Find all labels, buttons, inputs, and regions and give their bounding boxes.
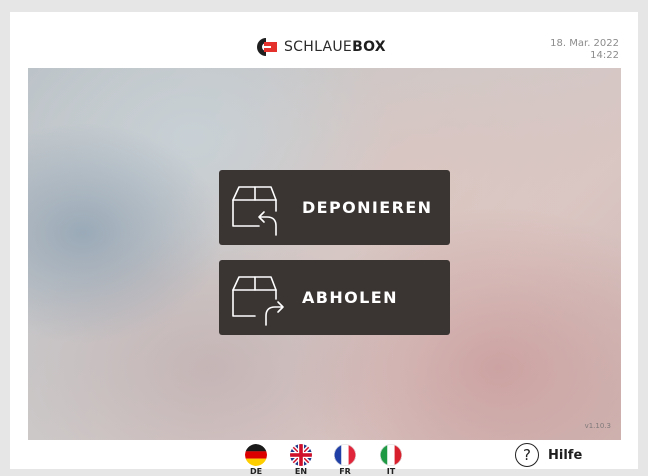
italy-flag-icon: [380, 444, 402, 466]
help-label: Hilfe: [548, 447, 583, 463]
schlauebox-logo-icon: [257, 38, 277, 56]
header: SCHLAUEBOX 18. Mar. 2022 14:22: [10, 12, 638, 68]
pickup-button[interactable]: ABHOLEN: [219, 260, 450, 335]
language-code: FR: [339, 467, 351, 476]
box-pickup-icon: [232, 276, 284, 326]
language-code: IT: [386, 467, 396, 476]
language-code: EN: [294, 467, 308, 476]
brand-name: SCHLAUEBOX: [284, 39, 386, 55]
germany-flag-icon: [245, 444, 267, 466]
france-flag-icon: [334, 444, 356, 466]
main-stage: DEPONIEREN ABHOLEN v1.10.3: [28, 68, 621, 440]
deposit-button[interactable]: DEPONIEREN: [219, 170, 450, 245]
uk-flag-icon: [290, 444, 312, 466]
language-de[interactable]: DE: [243, 444, 269, 476]
language-en[interactable]: EN: [288, 444, 314, 476]
language-it[interactable]: IT: [378, 444, 404, 476]
datetime: 18. Mar. 2022 14:22: [550, 38, 619, 62]
version-label: v1.10.3: [584, 422, 611, 430]
language-code: DE: [249, 467, 263, 476]
date-text: 18. Mar. 2022: [550, 38, 619, 49]
kiosk-screen: SCHLAUEBOX 18. Mar. 2022 14:22 DEPONIERE…: [10, 12, 638, 476]
brand-logo: SCHLAUEBOX: [256, 36, 386, 58]
footer: DE EN FR IT ? Hilfe: [10, 440, 638, 476]
question-mark-icon: ?: [515, 443, 539, 467]
time-text: 14:22: [590, 50, 619, 61]
deposit-label: DEPONIEREN: [302, 198, 433, 217]
language-fr[interactable]: FR: [332, 444, 358, 476]
brand-prefix: SCHLAUE: [284, 39, 353, 55]
pickup-label: ABHOLEN: [302, 288, 398, 307]
box-deposit-icon: [232, 186, 277, 236]
help-button[interactable]: ? Hilfe: [515, 442, 582, 468]
brand-suffix: BOX: [352, 39, 386, 55]
